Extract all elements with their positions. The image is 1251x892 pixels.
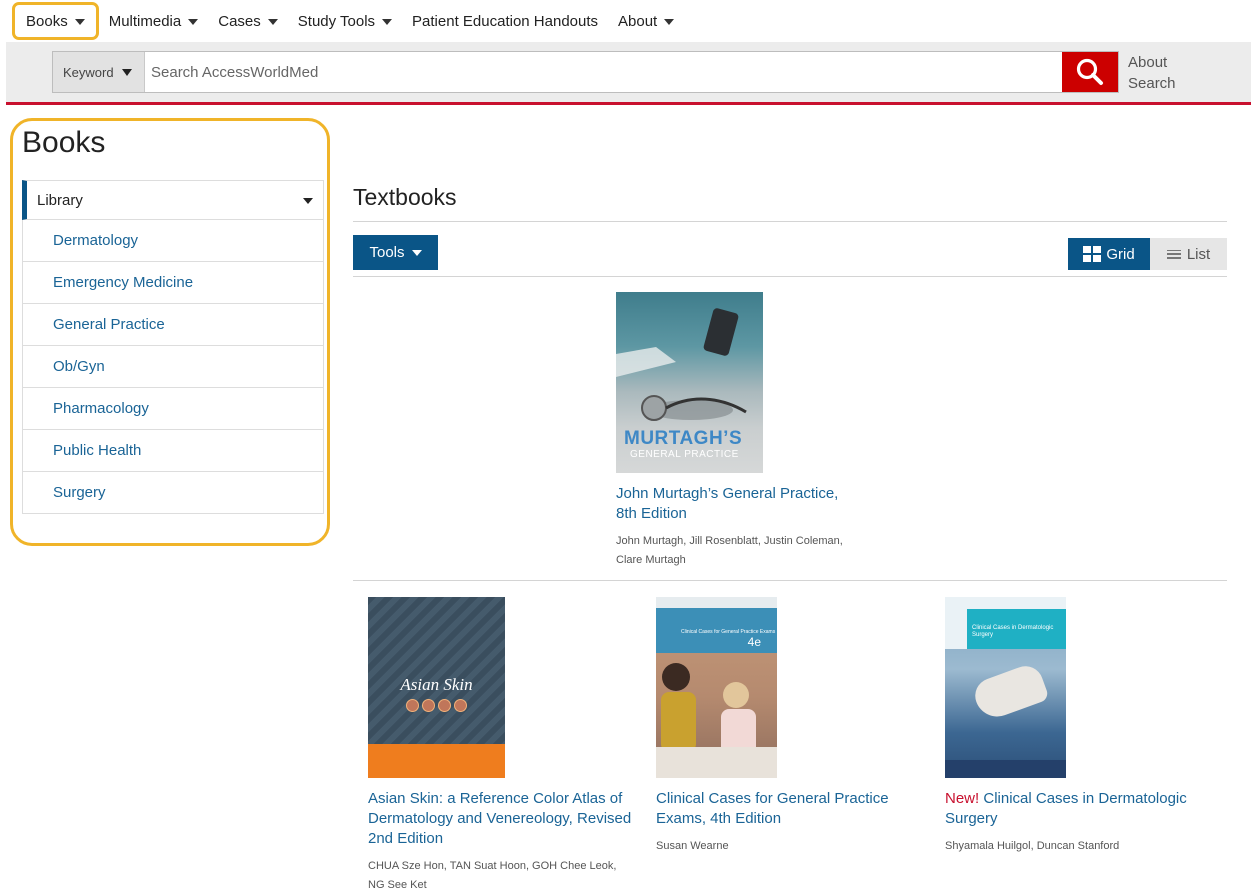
chevron-down-icon [188, 19, 199, 25]
book-cover-clinical-cases-gp[interactable]: Clinical Cases for General Practice Exam… [656, 597, 777, 778]
divider [353, 276, 1227, 277]
book-authors: CHUA Sze Hon, TAN Suat Hoon, GOH Chee Le… [368, 860, 617, 891]
library-dropdown[interactable]: Library [22, 180, 324, 220]
about-search-link[interactable]: About Search [1128, 52, 1176, 94]
chevron-down-icon [267, 19, 278, 25]
chevron-down-icon [74, 19, 85, 25]
book-card: Clinical Cases for General Practice Exam… [656, 789, 896, 856]
library-item-ob-gyn[interactable]: Ob/Gyn [22, 346, 324, 388]
cover-photo [970, 661, 1050, 723]
divider [353, 580, 1227, 581]
grid-icon [1083, 246, 1102, 262]
book-cover-murtagh[interactable]: MURTAGH’S GENERAL PRACTICE [616, 292, 763, 473]
book-cover-dermatologic-surgery[interactable]: Clinical Cases in Dermatologic Surgery [945, 597, 1066, 778]
cover-title: Clinical Cases in Dermatologic Surgery [972, 625, 1054, 638]
search-band: Keyword About Search [6, 42, 1251, 102]
book-title: Asian Skin: a Reference Color Atlas of D… [368, 790, 632, 847]
nav-about-label: About [618, 12, 658, 30]
cover-footer [945, 760, 1066, 778]
nav-books[interactable]: Books [12, 2, 99, 40]
cover-title: MURTAGH’S [624, 428, 743, 449]
library-item-dermatology[interactable]: Dermatology [22, 220, 324, 262]
list-view-label: List [1186, 245, 1211, 263]
about-search-line1: About [1128, 54, 1168, 71]
cover-subtitle: GENERAL PRACTICE [630, 449, 739, 460]
cover-photo [656, 663, 777, 778]
book-title-link[interactable]: Asian Skin: a Reference Color Atlas of D… [368, 789, 633, 849]
search-scope-label: Keyword [63, 64, 114, 80]
search-scope-select[interactable]: Keyword [53, 52, 145, 92]
nav-books-label: Books [26, 12, 68, 30]
library-item-emergency-medicine[interactable]: Emergency Medicine [22, 262, 324, 304]
library-item-public-health[interactable]: Public Health [22, 430, 324, 472]
search-bar: Keyword [52, 51, 1119, 93]
sidebar-title: Books [22, 126, 106, 159]
library-item-surgery[interactable]: Surgery [22, 472, 324, 514]
caret-down-icon [121, 68, 132, 76]
new-badge: New! [945, 790, 980, 807]
book-cover-asian-skin[interactable]: Asian Skin [368, 597, 505, 778]
search-input[interactable] [145, 52, 1062, 92]
nav-multimedia-label: Multimedia [108, 12, 182, 30]
nav-study-tools-label: Study Tools [297, 12, 376, 30]
nav-multimedia[interactable]: Multimedia [99, 6, 209, 36]
cover-image-strip [406, 699, 467, 712]
library-item-general-practice[interactable]: General Practice [22, 304, 324, 346]
cover-band [368, 744, 505, 778]
caret-down-icon [303, 198, 313, 204]
book-card: Asian Skin: a Reference Color Atlas of D… [368, 789, 633, 892]
book-title: John Murtagh’s General Practice, 8th Edi… [616, 485, 839, 522]
library-label: Library [37, 191, 83, 209]
nav-patient-education[interactable]: Patient Education Handouts [402, 6, 608, 36]
library-list: Dermatology Emergency Medicine General P… [22, 220, 324, 514]
book-title: Clinical Cases for General Practice Exam… [656, 790, 889, 827]
grid-view-label: Grid [1106, 245, 1135, 263]
cover-title: Asian Skin [400, 675, 473, 694]
book-card: New! Clinical Cases in Dermatologic Surg… [945, 789, 1205, 856]
list-icon [1166, 249, 1181, 259]
divider [353, 221, 1227, 222]
top-navigation: Books Multimedia Cases Study Tools Patie… [0, 0, 1251, 42]
grid-view-button[interactable]: Grid [1068, 238, 1150, 270]
book-title-link[interactable]: New! Clinical Cases in Dermatologic Surg… [945, 789, 1205, 829]
library-item-pharmacology[interactable]: Pharmacology [22, 388, 324, 430]
about-search-line2: Search [1128, 75, 1176, 92]
nav-study-tools[interactable]: Study Tools [288, 6, 402, 36]
nav-about[interactable]: About [608, 6, 684, 36]
nav-cases[interactable]: Cases [208, 6, 288, 36]
nav-patient-education-label: Patient Education Handouts [412, 12, 599, 30]
book-title-link[interactable]: Clinical Cases for General Practice Exam… [656, 789, 896, 829]
caret-down-icon [411, 249, 422, 256]
nav-cases-label: Cases [218, 12, 261, 30]
search-icon [1076, 58, 1103, 85]
book-authors: Shyamala Huilgol, Duncan Stanford [945, 840, 1120, 852]
tools-label: Tools [369, 244, 405, 261]
tools-button[interactable]: Tools [353, 235, 438, 270]
chevron-down-icon [382, 19, 393, 25]
search-button[interactable] [1062, 52, 1118, 92]
chevron-down-icon [664, 19, 675, 25]
book-card: John Murtagh’s General Practice, 8th Edi… [616, 484, 856, 570]
header-divider [6, 102, 1251, 105]
book-authors: Susan Wearne [656, 840, 729, 852]
book-title-link[interactable]: John Murtagh’s General Practice, 8th Edi… [616, 484, 856, 524]
list-view-button[interactable]: List [1150, 238, 1227, 270]
page-title: Textbooks [353, 184, 457, 210]
book-authors: John Murtagh, Jill Rosenblatt, Justin Co… [616, 535, 843, 566]
